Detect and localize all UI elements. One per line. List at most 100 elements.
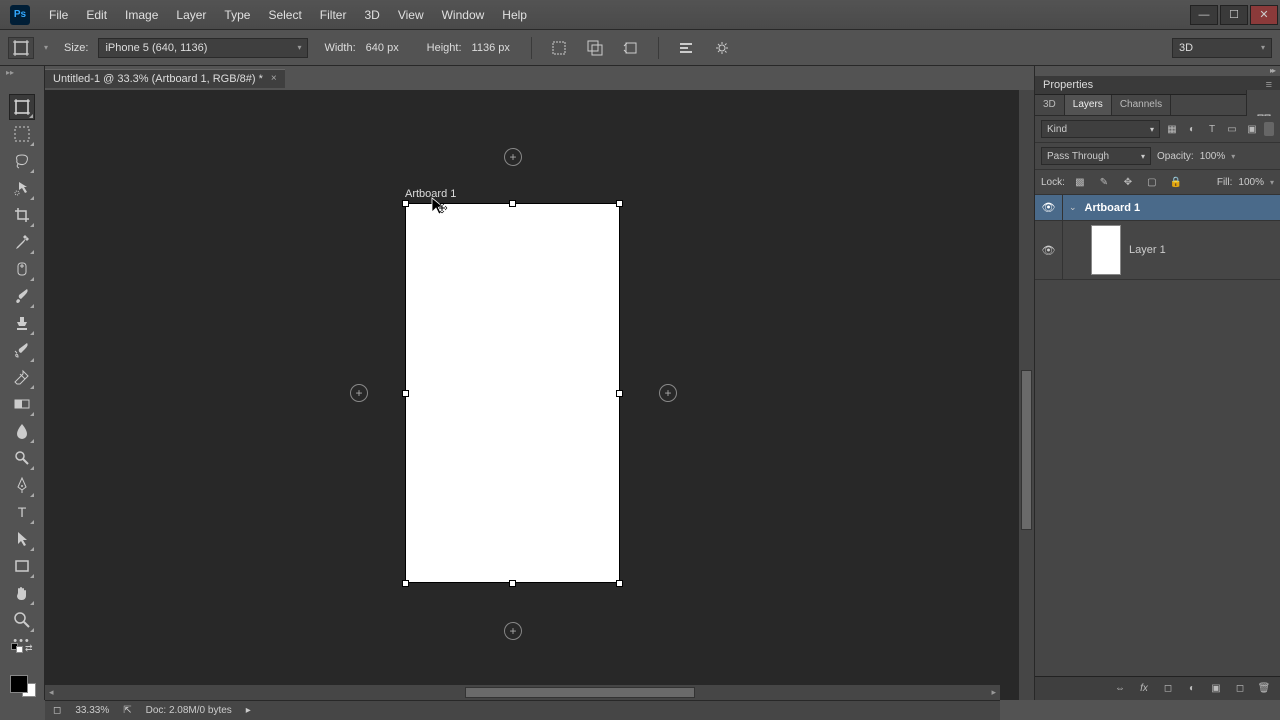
filter-adjust-icon[interactable]: ◐ xyxy=(1184,121,1200,137)
menu-layer[interactable]: Layer xyxy=(167,0,215,30)
document-tab[interactable]: Untitled-1 @ 33.3% (Artboard 1, RGB/8#) … xyxy=(45,69,285,88)
artboard[interactable] xyxy=(405,203,620,583)
vertical-scrollbar[interactable] xyxy=(1019,90,1034,700)
eraser-tool[interactable] xyxy=(9,364,35,390)
lock-pixels-icon[interactable]: ✎ xyxy=(1095,174,1113,190)
add-artboard-right[interactable]: + xyxy=(659,384,677,402)
handle-br[interactable] xyxy=(616,580,623,587)
filter-smart-icon[interactable]: ▣ xyxy=(1244,121,1260,137)
brush-tool[interactable] xyxy=(9,283,35,309)
lock-all-icon[interactable]: 🔒 xyxy=(1167,174,1185,190)
panel-collapse-grip[interactable] xyxy=(1035,66,1280,76)
close-tab-icon[interactable]: × xyxy=(271,73,277,84)
current-tool-icon[interactable] xyxy=(8,37,34,59)
filter-pixel-icon[interactable]: ▦ xyxy=(1164,121,1180,137)
type-tool[interactable]: T xyxy=(9,499,35,525)
tab-channels[interactable]: Channels xyxy=(1112,95,1171,115)
quick-select-tool[interactable] xyxy=(9,175,35,201)
blend-mode-dropdown[interactable]: Pass Through ▾ xyxy=(1041,147,1151,165)
scroll-left-icon[interactable]: ◂ xyxy=(45,687,58,698)
link-layers-icon[interactable]: ⇔ xyxy=(1112,681,1128,697)
tab-3d[interactable]: 3D xyxy=(1035,95,1065,115)
hand-tool[interactable] xyxy=(9,580,35,606)
handle-mr[interactable] xyxy=(616,390,623,397)
path-select-tool[interactable] xyxy=(9,526,35,552)
handle-tr[interactable] xyxy=(616,200,623,207)
collapse-grip-icon[interactable]: ▸▸ xyxy=(6,68,14,77)
filter-type-icon[interactable]: T xyxy=(1204,121,1220,137)
close-button[interactable]: ✕ xyxy=(1250,5,1278,25)
swap-colors-icon[interactable]: ⇄ xyxy=(25,643,33,651)
fill-value[interactable]: 100% xyxy=(1238,177,1264,188)
chevron-right-icon[interactable]: ▸ xyxy=(246,705,251,716)
add-artboard-left[interactable]: + xyxy=(350,384,368,402)
stamp-tool[interactable] xyxy=(9,310,35,336)
zoom-tool[interactable] xyxy=(9,607,35,633)
opacity-value[interactable]: 100% xyxy=(1200,151,1226,162)
healing-tool[interactable] xyxy=(9,256,35,282)
menu-3d[interactable]: 3D xyxy=(355,0,388,30)
chevron-down-icon[interactable]: ▾ xyxy=(1231,152,1235,161)
delete-layer-icon[interactable]: 🗑 xyxy=(1256,681,1272,697)
adjustment-layer-icon[interactable]: ◐ xyxy=(1184,681,1200,697)
canvas-area[interactable]: Artboard 1 + + + + xyxy=(45,90,1034,700)
tab-layers[interactable]: Layers xyxy=(1065,95,1112,115)
lock-position-icon[interactable]: ✥ xyxy=(1119,174,1137,190)
menu-file[interactable]: File xyxy=(40,0,77,30)
handle-tl[interactable] xyxy=(402,200,409,207)
scrollbar-thumb[interactable] xyxy=(465,687,695,698)
handle-bc[interactable] xyxy=(509,580,516,587)
settings-gear-icon[interactable] xyxy=(709,35,735,61)
lasso-tool[interactable] xyxy=(9,148,35,174)
new-layer-icon[interactable]: ◻ xyxy=(1232,681,1248,697)
handle-tc[interactable] xyxy=(509,200,516,207)
marquee-tool[interactable] xyxy=(9,121,35,147)
color-swatches[interactable] xyxy=(8,669,36,697)
menu-help[interactable]: Help xyxy=(493,0,536,30)
scrollbar-thumb[interactable] xyxy=(1021,370,1032,530)
menu-image[interactable]: Image xyxy=(116,0,167,30)
layer-mask-icon[interactable]: ◻ xyxy=(1160,681,1176,697)
layer-row-artboard[interactable]: 👁 ⌄ Artboard 1 xyxy=(1035,195,1280,221)
visibility-eye-icon[interactable]: 👁 xyxy=(1042,201,1056,214)
maximize-button[interactable]: ☐ xyxy=(1220,5,1248,25)
artboard-tool[interactable] xyxy=(9,94,35,120)
visibility-eye-icon[interactable]: 👁 xyxy=(1042,244,1056,257)
pen-tool[interactable] xyxy=(9,472,35,498)
chevron-down-icon[interactable]: ▾ xyxy=(44,43,48,52)
filter-toggle-icon[interactable] xyxy=(1264,122,1274,136)
blur-tool[interactable] xyxy=(9,418,35,444)
shape-tool[interactable] xyxy=(9,553,35,579)
artboard-option-2-icon[interactable] xyxy=(582,35,608,61)
horizontal-scrollbar[interactable]: ◂ ▸ xyxy=(45,685,1000,700)
menu-view[interactable]: View xyxy=(389,0,433,30)
scroll-right-icon[interactable]: ▸ xyxy=(991,687,996,698)
artboard-option-1-icon[interactable] xyxy=(546,35,572,61)
artboard-option-3-icon[interactable] xyxy=(618,35,644,61)
layer-name[interactable]: Layer 1 xyxy=(1129,244,1166,256)
align-icon[interactable] xyxy=(673,35,699,61)
menu-window[interactable]: Window xyxy=(433,0,494,30)
eyedropper-tool[interactable] xyxy=(9,229,35,255)
menu-type[interactable]: Type xyxy=(215,0,259,30)
export-icon[interactable]: ⇱ xyxy=(123,705,131,716)
minimize-button[interactable]: — xyxy=(1190,5,1218,25)
menu-edit[interactable]: Edit xyxy=(77,0,116,30)
history-brush-tool[interactable] xyxy=(9,337,35,363)
chevron-down-icon[interactable]: ▾ xyxy=(1270,178,1274,187)
filter-shape-icon[interactable]: ▭ xyxy=(1224,121,1240,137)
menu-select[interactable]: Select xyxy=(259,0,310,30)
width-value[interactable]: 640 px xyxy=(366,42,411,54)
layer-fx-icon[interactable]: fx xyxy=(1136,681,1152,697)
gradient-tool[interactable] xyxy=(9,391,35,417)
lock-artboard-icon[interactable]: ▢ xyxy=(1143,174,1161,190)
lock-transparent-icon[interactable]: ▩ xyxy=(1071,174,1089,190)
group-twisty-icon[interactable]: ⌄ xyxy=(1069,202,1077,213)
layer-name[interactable]: Artboard 1 xyxy=(1085,202,1141,214)
handle-ml[interactable] xyxy=(402,390,409,397)
add-artboard-bottom[interactable]: + xyxy=(504,622,522,640)
height-value[interactable]: 1136 px xyxy=(472,42,517,54)
zoom-level[interactable]: 33.33% xyxy=(75,705,109,716)
doc-info[interactable]: Doc: 2.08M/0 bytes xyxy=(146,705,232,716)
layer-thumbnail[interactable] xyxy=(1091,225,1121,275)
